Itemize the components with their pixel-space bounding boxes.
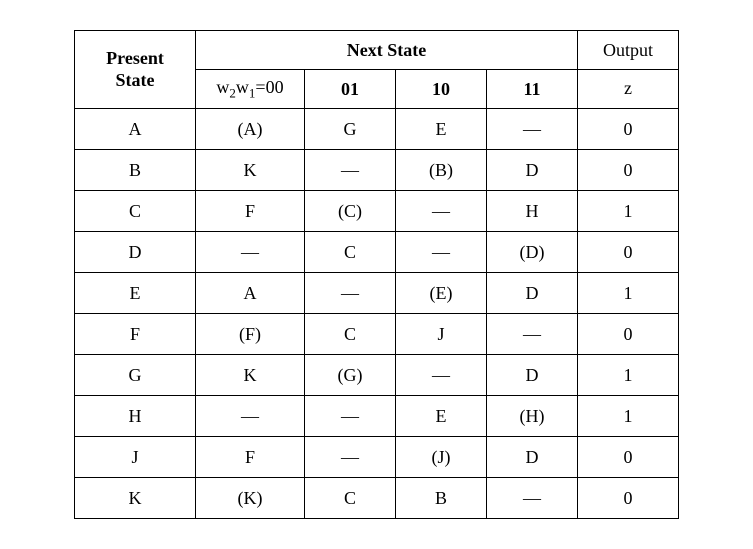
header-present-state: PresentState [75,31,196,109]
cell-present-state: A [75,109,196,150]
table-row: EA—(E)D1 [75,273,679,314]
cell-next-state-10: B [396,478,487,519]
table-row: K(K)CB—0 [75,478,679,519]
header-next-state: Next State [196,31,578,70]
cell-next-state-11: (D) [487,232,578,273]
cell-next-state-00: K [196,355,305,396]
cell-next-state-10: (E) [396,273,487,314]
cell-next-state-01: (C) [305,191,396,232]
cell-next-state-01: C [305,232,396,273]
cell-next-state-00: (K) [196,478,305,519]
cell-output-z: 0 [578,232,679,273]
header-col-00: w2w1=00 [196,70,305,109]
cell-next-state-11: — [487,109,578,150]
cell-output-z: 1 [578,273,679,314]
cell-output-z: 0 [578,150,679,191]
cell-present-state: C [75,191,196,232]
w-eq-00: =00 [255,77,283,97]
cell-next-state-11: D [487,150,578,191]
cell-next-state-00: K [196,150,305,191]
cell-next-state-01: — [305,150,396,191]
header-col-11: 11 [487,70,578,109]
cell-output-z: 0 [578,478,679,519]
cell-next-state-00: — [196,396,305,437]
cell-next-state-10: — [396,355,487,396]
cell-next-state-10: — [396,232,487,273]
table-row: JF—(J)D0 [75,437,679,478]
cell-present-state: K [75,478,196,519]
cell-next-state-00: A [196,273,305,314]
cell-next-state-01: — [305,437,396,478]
w-prefix-1: w [216,77,229,97]
cell-present-state: B [75,150,196,191]
cell-next-state-01: (G) [305,355,396,396]
header-output-z: z [578,70,679,109]
header-col-10: 10 [396,70,487,109]
cell-next-state-11: — [487,478,578,519]
cell-next-state-00: — [196,232,305,273]
table-row: A(A)GE—0 [75,109,679,150]
table-row: CF(C)—H1 [75,191,679,232]
cell-output-z: 1 [578,355,679,396]
cell-present-state: D [75,232,196,273]
header-present-state-line1: PresentState [106,48,164,90]
header-col-01: 01 [305,70,396,109]
cell-present-state: J [75,437,196,478]
cell-present-state: F [75,314,196,355]
cell-next-state-11: H [487,191,578,232]
cell-next-state-10: (B) [396,150,487,191]
cell-output-z: 1 [578,191,679,232]
cell-next-state-10: (J) [396,437,487,478]
cell-next-state-10: — [396,191,487,232]
cell-output-z: 1 [578,396,679,437]
cell-present-state: E [75,273,196,314]
cell-next-state-00: (A) [196,109,305,150]
cell-next-state-00: (F) [196,314,305,355]
table-row: GK(G)—D1 [75,355,679,396]
table-row: BK—(B)D0 [75,150,679,191]
cell-next-state-11: D [487,437,578,478]
cell-next-state-01: G [305,109,396,150]
cell-present-state: H [75,396,196,437]
cell-next-state-11: — [487,314,578,355]
cell-next-state-10: E [396,109,487,150]
header-output-top: Output [578,31,679,70]
cell-next-state-11: D [487,273,578,314]
cell-next-state-01: C [305,314,396,355]
table-row: F(F)CJ—0 [75,314,679,355]
cell-next-state-10: J [396,314,487,355]
w-prefix-2: w [236,77,249,97]
cell-next-state-01: C [305,478,396,519]
cell-output-z: 0 [578,109,679,150]
cell-next-state-00: F [196,437,305,478]
cell-output-z: 0 [578,314,679,355]
table-row: D—C—(D)0 [75,232,679,273]
cell-next-state-01: — [305,396,396,437]
state-transition-table: PresentState Next State Output w2w1=00 0… [74,30,679,519]
cell-next-state-11: D [487,355,578,396]
cell-next-state-00: F [196,191,305,232]
cell-next-state-01: — [305,273,396,314]
cell-output-z: 0 [578,437,679,478]
cell-next-state-11: (H) [487,396,578,437]
cell-present-state: G [75,355,196,396]
cell-next-state-10: E [396,396,487,437]
table-body: A(A)GE—0BK—(B)D0CF(C)—H1D—C—(D)0EA—(E)D1… [75,109,679,519]
table-row: H——E(H)1 [75,396,679,437]
